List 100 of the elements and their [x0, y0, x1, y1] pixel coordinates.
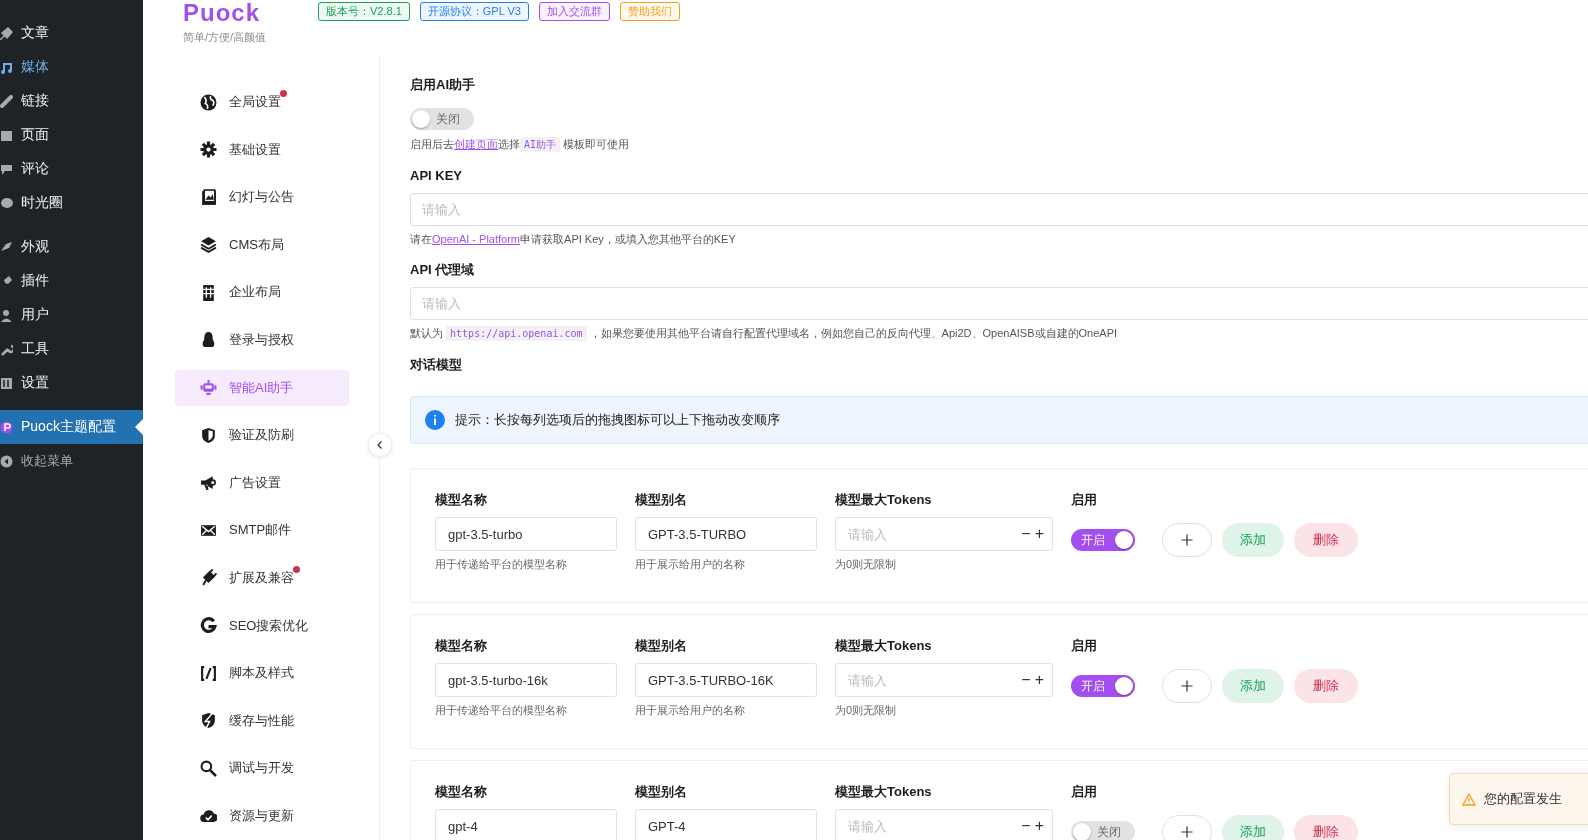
delete-button[interactable]: 删除 — [1294, 669, 1358, 703]
settings-nav-item[interactable]: CMS布局 — [175, 226, 349, 263]
nav-label: 扩展及兼容 — [229, 569, 294, 585]
admin-menu-item[interactable]: Puock主题配置 — [0, 410, 143, 444]
settings-nav-item[interactable]: 验证及防刷 — [175, 417, 349, 454]
decrement-button[interactable]: − — [1019, 525, 1033, 543]
model-name-field[interactable]: gpt-3.5-turbo-16k — [435, 663, 617, 697]
admin-menu-item[interactable]: 文章 — [0, 16, 143, 50]
admin-menu-item[interactable]: 页面 — [0, 118, 143, 152]
model-alias-field[interactable]: GPT-3.5-TURBO-16K — [635, 663, 817, 697]
menu-label: 插件 — [21, 272, 49, 290]
column-label: 模型别名 — [635, 491, 688, 509]
settings-nav-item[interactable]: 调试与开发 — [175, 750, 349, 787]
model-alias-field[interactable]: GPT-3.5-TURBO — [635, 517, 817, 551]
decrement-button[interactable]: − — [1019, 671, 1033, 689]
nav-label: SEO搜索优化 — [229, 617, 309, 633]
delete-button[interactable]: 删除 — [1294, 815, 1358, 840]
warning-icon — [1462, 792, 1476, 806]
admin-menu-item[interactable]: 设置 — [0, 366, 143, 400]
info-badge[interactable]: 加入交流群 — [538, 2, 610, 21]
admin-menu-item[interactable]: 媒体 — [0, 50, 143, 84]
field-hint: 为0则无限制 — [835, 703, 898, 718]
settings-nav-item[interactable]: 缓存与性能 — [175, 702, 349, 739]
api-key-field[interactable]: 请输入 — [410, 193, 1588, 226]
admin-menu-item[interactable]: 插件 — [0, 264, 143, 298]
toast-message: 您的配置发生 — [1484, 790, 1562, 808]
menu-label: 设置 — [21, 374, 49, 392]
admin-menu-item[interactable]: 用户 — [0, 298, 143, 332]
field-hint: 用于展示给用户的名称 — [635, 557, 746, 572]
model-name-field[interactable]: gpt-3.5-turbo — [435, 517, 617, 551]
admin-menu-item[interactable]: 评论 — [0, 152, 143, 186]
column-label: 启用 — [1071, 637, 1098, 655]
settings-nav-item[interactable]: 智能AI助手 — [175, 369, 349, 406]
admin-menu-item[interactable]: 时光圈 — [0, 186, 143, 220]
toggle-switch[interactable]: 开启 — [1071, 529, 1135, 551]
api-proxy-field[interactable]: 请输入 — [410, 287, 1588, 320]
menu-label: 用户 — [21, 306, 49, 324]
platform-link[interactable]: OpenAI - Platform — [432, 233, 521, 245]
delete-button[interactable]: 删除 — [1294, 523, 1358, 557]
model-alias-field[interactable]: GPT-4 — [635, 809, 817, 840]
settings-nav-item[interactable]: 基础设置 — [175, 131, 349, 168]
field-label: API KEY — [410, 167, 463, 185]
menu-label: 收起菜单 — [21, 452, 73, 470]
chevron-left-icon — [375, 440, 385, 450]
increment-button[interactable]: + — [1032, 525, 1046, 543]
admin-menu-item[interactable]: 收起菜单 — [0, 444, 143, 478]
menu-label: 评论 — [21, 160, 49, 178]
gear-icon — [200, 141, 217, 159]
settings-nav-item[interactable]: 资源与更新 — [175, 797, 349, 834]
help-text: 默认为 https://api.openai.com ，如果您要使用其他平台请自行配置代理域名，例如您自己的反向代理、Api2D、OpenAISB或自建的OneAPI — [410, 325, 1119, 342]
create-page-link[interactable]: 创建页面 — [454, 138, 498, 150]
toggle-switch[interactable]: 关闭 — [410, 108, 474, 130]
decrement-button[interactable]: − — [1019, 817, 1033, 835]
drag-handle[interactable] — [1162, 815, 1212, 840]
collapse-button[interactable] — [368, 433, 392, 457]
drag-handle[interactable] — [1162, 669, 1212, 703]
column-label: 模型最大Tokens — [835, 491, 933, 509]
settings-nav-item[interactable]: 企业布局 — [175, 274, 349, 311]
increment-button[interactable]: + — [1032, 671, 1046, 689]
max-tokens-field[interactable]: 请输入 − + — [835, 663, 1053, 697]
column-label: 模型名称 — [435, 783, 488, 801]
image-frame-icon — [200, 188, 217, 206]
settings-nav-item[interactable]: 幻灯与公告 — [175, 179, 349, 216]
column-label: 模型别名 — [635, 783, 688, 801]
toggle-switch[interactable]: 关闭 — [1071, 821, 1135, 840]
column-label: 模型名称 — [435, 491, 488, 509]
nav-label: SMTP邮件 — [229, 522, 292, 538]
music-note-icon — [0, 60, 13, 74]
settings-nav-item[interactable]: 全局设置 — [175, 84, 349, 120]
penguin-icon — [200, 331, 217, 349]
column-label: 模型最大Tokens — [835, 783, 933, 801]
settings-nav-item[interactable]: 登录与授权 — [175, 321, 349, 358]
admin-menu-item[interactable]: 工具 — [0, 332, 143, 366]
shield-icon — [200, 426, 217, 444]
help-text: 启用后去创建页面选择 AI助手 模板即可使用 — [410, 136, 631, 153]
field-hint: 用于传递给平台的模型名称 — [435, 703, 568, 718]
settings-nav-item[interactable]: 脚本及样式 — [175, 655, 349, 692]
toggle-switch[interactable]: 开启 — [1071, 675, 1135, 697]
menu-label: 外观 — [21, 238, 49, 256]
max-tokens-field[interactable]: 请输入 − + — [835, 809, 1053, 840]
max-tokens-field[interactable]: 请输入 − + — [835, 517, 1053, 551]
column-label: 启用 — [1071, 491, 1098, 509]
layers-icon — [200, 236, 217, 254]
pin-icon — [0, 26, 13, 40]
settings-nav-item[interactable]: 广告设置 — [175, 464, 349, 501]
info-icon — [425, 410, 445, 430]
model-name-field[interactable]: gpt-4 — [435, 809, 617, 840]
admin-menu-item[interactable]: 链接 — [0, 84, 143, 118]
tagline: 简单/方便/高颜值 — [183, 30, 268, 45]
settings-nav-item[interactable]: SMTP邮件 — [175, 512, 349, 549]
admin-menu-item[interactable]: 外观 — [0, 230, 143, 264]
settings-nav-item[interactable]: 扩展及兼容 — [175, 559, 349, 596]
nav-label: 全局设置 — [229, 94, 281, 109]
drag-handle[interactable] — [1162, 523, 1212, 557]
info-badge[interactable]: 开源协议：GPL V3 — [419, 2, 529, 21]
increment-button[interactable]: + — [1032, 817, 1046, 835]
nav-label: 脚本及样式 — [229, 665, 294, 681]
settings-nav-item[interactable]: SEO搜索优化 — [175, 607, 349, 644]
tip-text: 提示：长按每列选项后的拖拽图标可以上下拖动改变顺序 — [455, 411, 780, 429]
column-label: 模型名称 — [435, 637, 488, 655]
